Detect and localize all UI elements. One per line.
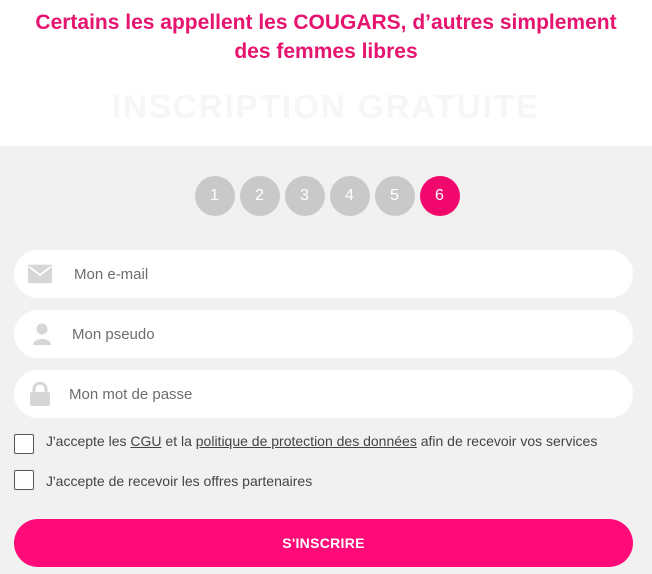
terms-consent-row: J'accepte les CGU et la politique de pro… [14, 432, 634, 454]
step-5[interactable]: 5 [374, 176, 415, 216]
page-headline: Certains les appellent les COUGARS, d’au… [0, 8, 652, 66]
offers-consent-row: J'accepte de recevoir les offres partena… [14, 470, 634, 490]
password-field[interactable] [14, 370, 633, 418]
pseudo-input[interactable] [54, 310, 633, 358]
terms-checkbox[interactable] [14, 434, 34, 454]
step-indicator: 1 2 3 4 5 6 [0, 176, 652, 216]
terms-text: J'accepte les CGU et la politique de pro… [46, 432, 597, 450]
offers-checkbox[interactable] [14, 470, 34, 490]
terms-suffix: afin de recevoir vos services [416, 433, 598, 449]
step-3[interactable]: 3 [284, 176, 325, 216]
header-area: Certains les appellent les COUGARS, d’au… [0, 0, 652, 146]
email-input[interactable] [52, 250, 633, 298]
user-icon [30, 322, 54, 346]
pseudo-field[interactable] [14, 310, 633, 358]
privacy-policy-link[interactable]: politique de protection des données [196, 433, 417, 449]
password-input[interactable] [52, 370, 633, 418]
envelope-icon [28, 262, 52, 286]
faded-title: INSCRIPTION GRATUITE [111, 88, 541, 125]
terms-prefix: J'accepte les [46, 433, 131, 449]
lock-icon [28, 382, 52, 406]
signup-button[interactable]: S'INSCRIRE [14, 519, 633, 567]
cgu-link[interactable]: CGU [130, 433, 161, 449]
headline-line-2: des femmes libres [234, 40, 418, 63]
step-1[interactable]: 1 [194, 176, 235, 216]
email-field[interactable] [14, 250, 633, 298]
step-4[interactable]: 4 [329, 176, 370, 216]
step-6-active[interactable]: 6 [419, 176, 460, 216]
step-2[interactable]: 2 [239, 176, 280, 216]
terms-middle: et la [161, 433, 196, 449]
headline-line-1: Certains les appellent les COUGARS, d’au… [35, 11, 617, 34]
offers-label: J'accepte de recevoir les offres partena… [46, 473, 313, 489]
